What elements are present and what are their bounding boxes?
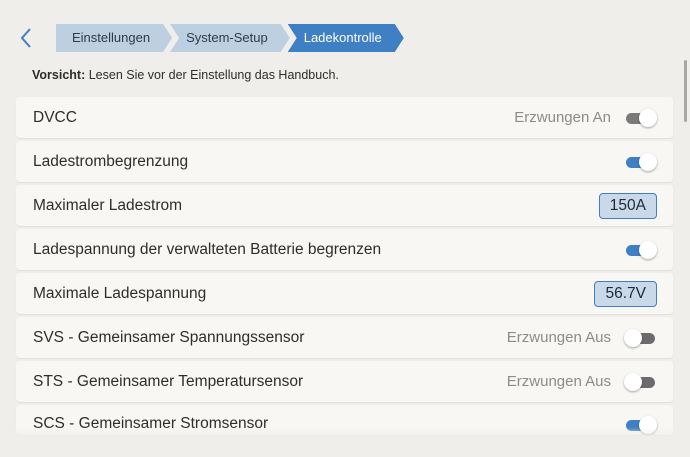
- setting-label: DVCC: [33, 108, 77, 126]
- setting-label: Ladespannung der verwalteten Batterie be…: [33, 240, 382, 258]
- ladespannung-begrenzen-toggle[interactable]: [625, 240, 657, 260]
- bottom-fade: [0, 427, 690, 457]
- warning-text: Vorsicht: Lesen Sie vor der Einstellung …: [32, 68, 339, 82]
- setting-label: Maximale Ladespannung: [33, 284, 207, 302]
- setting-status: Erzwungen Aus: [506, 373, 611, 390]
- setting-svs[interactable]: SVS - Gemeinsamer Spannungssensor Erzwun…: [16, 317, 673, 358]
- setting-status: Erzwungen An: [514, 109, 611, 126]
- scrollbar[interactable]: [684, 60, 687, 122]
- setting-maximale-ladespannung[interactable]: Maximale Ladespannung 56.7V: [16, 273, 673, 314]
- setting-label: SVS - Gemeinsamer Spannungssensor: [33, 328, 305, 346]
- settings-list: DVCC Erzwungen An Ladestrombegrenzung Ma…: [16, 97, 673, 438]
- setting-dvcc[interactable]: DVCC Erzwungen An: [16, 97, 673, 138]
- setting-ladestrombegrenzung[interactable]: Ladestrombegrenzung: [16, 141, 673, 182]
- maximale-ladespannung-value[interactable]: 56.7V: [594, 280, 657, 307]
- breadcrumb-einstellungen[interactable]: Einstellungen: [56, 24, 172, 52]
- setting-maximaler-ladestrom[interactable]: Maximaler Ladestrom 150A: [16, 185, 673, 226]
- setting-label: Maximaler Ladestrom: [33, 196, 183, 214]
- sts-toggle[interactable]: [624, 372, 657, 392]
- warning-message: Lesen Sie vor der Einstellung das Handbu…: [85, 68, 339, 82]
- setting-label: STS - Gemeinsamer Temperatursensor: [33, 372, 304, 390]
- setting-sts[interactable]: STS - Gemeinsamer Temperatursensor Erzwu…: [16, 361, 673, 402]
- breadcrumb-system-setup[interactable]: System-Setup: [170, 24, 290, 52]
- warning-prefix: Vorsicht:: [32, 68, 86, 82]
- setting-label: Ladestrombegrenzung: [33, 152, 189, 170]
- chevron-left-icon: [20, 28, 31, 48]
- maximaler-ladestrom-value[interactable]: 150A: [598, 192, 657, 219]
- ladestrombegrenzung-toggle[interactable]: [625, 152, 657, 172]
- svs-toggle[interactable]: [624, 328, 657, 348]
- dvcc-toggle[interactable]: [625, 108, 657, 128]
- back-button[interactable]: [14, 24, 38, 52]
- setting-status: Erzwungen Aus: [506, 329, 611, 346]
- setting-ladespannung-begrenzen[interactable]: Ladespannung der verwalteten Batterie be…: [16, 229, 673, 270]
- breadcrumb-ladekontrolle[interactable]: Ladekontrolle: [288, 24, 404, 52]
- breadcrumb: Einstellungen System-Setup Ladekontrolle: [56, 24, 402, 52]
